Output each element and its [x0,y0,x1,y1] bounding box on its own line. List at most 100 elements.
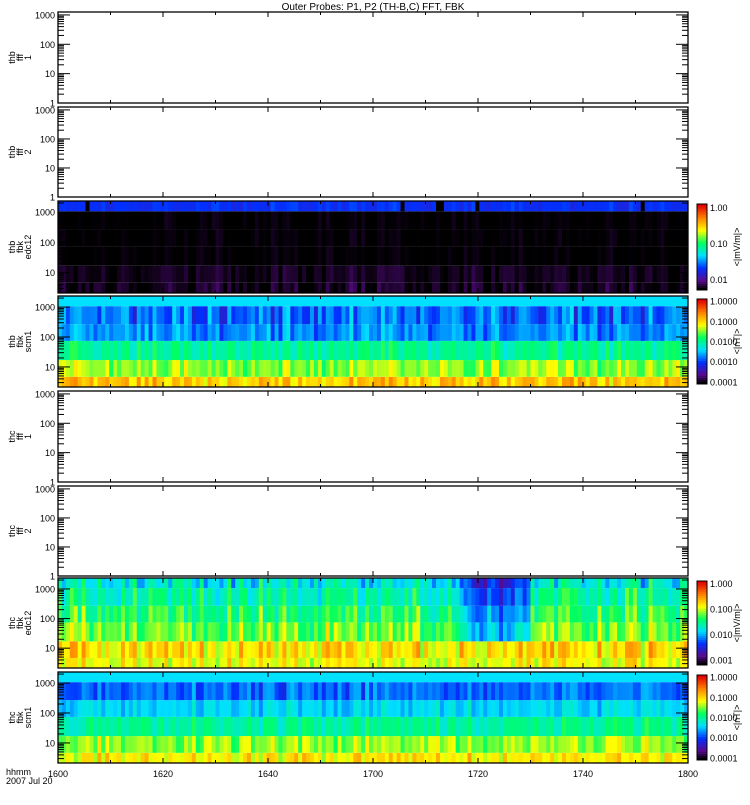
spectrogram-cell [652,605,657,623]
spectrogram-cell [357,201,362,212]
spectrogram-cell [384,622,390,642]
spectrogram-cell [408,700,413,717]
spectrogram-cell [274,736,279,753]
spectrogram-cell [436,211,441,230]
spectrogram-cell [436,682,441,701]
spectrogram-cell [495,672,500,683]
spectrogram-cell [184,700,189,717]
spectrogram-cell [538,282,543,293]
spectrogram-cell [534,360,539,377]
spectrogram-cell [499,246,504,266]
spectrogram-cell [85,296,90,307]
spectrogram-cell [247,700,252,717]
spectrogram-cell [471,588,476,606]
spectrogram-cell [270,752,275,763]
spectrogram-cell [298,282,303,293]
spectrogram-cell [172,296,177,307]
spectrogram-cell [168,736,173,753]
spectrogram-cell [97,229,102,247]
spectrogram-cell [562,324,567,341]
spectrogram-cell [613,641,618,658]
spectrogram-cell [223,201,228,212]
spectrogram-cell [589,682,594,701]
spectrogram-cell [239,265,244,283]
spectrogram-cell [652,752,657,763]
spectrogram-cell [530,736,535,753]
spectrogram-cell [81,306,86,325]
spectrogram-cell [235,736,240,753]
spectrogram-cell [483,700,488,717]
colorbar-swatch [697,285,707,289]
spectrogram-cell [105,201,110,212]
spectrogram-cell [168,641,173,658]
colorbar-swatch [697,231,707,235]
spectrogram-cell [349,340,354,361]
spectrogram-cell [365,752,370,763]
spectrogram-cell [349,229,354,247]
spectrogram-cell [227,578,232,589]
spectrogram-cell [81,340,86,361]
spectrogram-cell [487,340,492,361]
spectrogram-cell [593,211,598,230]
spectrogram-cell [526,360,531,377]
spectrogram-cell [569,657,575,668]
spectrogram-cell [640,736,646,753]
spectrogram-cell [412,296,417,307]
spectrogram-cell [640,282,646,293]
spectrogram-cell [447,736,453,753]
spectrogram-cell [589,246,594,266]
spectrogram-cell [625,641,630,658]
spectrogram-cell [660,296,665,307]
spectrogram-cell [85,752,90,763]
spectrogram-cell [542,296,547,307]
spectrogram-cell [333,201,338,212]
spectrogram-cell [420,229,425,247]
spectrogram-cell [475,246,480,266]
spectrogram-cell [73,306,79,325]
spectrogram-cell [479,605,484,623]
spectrogram-cell [534,340,539,361]
spectrogram-cell [487,657,492,668]
spectrogram-cell [164,201,169,212]
spectrogram-cell [514,340,520,361]
spectrogram-cell [585,306,590,325]
spectrogram-cell [124,360,130,377]
spectrogram-cell [636,340,642,361]
spectrogram-cell [573,716,579,737]
spectrogram-cell [180,752,185,763]
spectrogram-cell [373,641,378,658]
spectrogram-cell [447,296,453,307]
colorbar-unit-label: <|nT|> [732,705,742,731]
spectrogram-cell [184,605,189,623]
spectrogram-cell [207,360,212,377]
spectrogram-cell [109,657,114,668]
spectrogram-cell [121,682,126,701]
spectrogram-cell [152,716,157,737]
spectrogram-cell [195,641,201,658]
spectrogram-cell [148,641,153,658]
spectrogram-cell [231,578,236,589]
colorbar-swatch [697,262,707,265]
spectrogram-cell [369,716,374,737]
spectrogram-cell [156,211,161,230]
spectrogram-cell [664,657,669,668]
spectrogram-cell [329,324,335,341]
spectrogram-cell [333,265,338,283]
spectrogram-cell [676,360,681,377]
spectrogram-cell [302,672,307,683]
spectrogram-cell [156,306,161,325]
spectrogram-cell [455,700,461,717]
spectrogram-cell [274,282,279,293]
spectrogram-cell [223,282,228,293]
spectrogram-cell [73,282,79,293]
spectrogram-cell [644,282,650,293]
spectrogram-cell [542,657,547,668]
spectrogram-cell [306,622,311,642]
spectrogram-cell [565,736,571,753]
spectrogram-cell [187,641,193,658]
spectrogram-cell [77,324,83,341]
spectrogram-cell [73,229,79,247]
spectrogram-cell [542,605,547,623]
spectrogram-cell [664,246,669,266]
spectrogram-cell [585,657,590,668]
